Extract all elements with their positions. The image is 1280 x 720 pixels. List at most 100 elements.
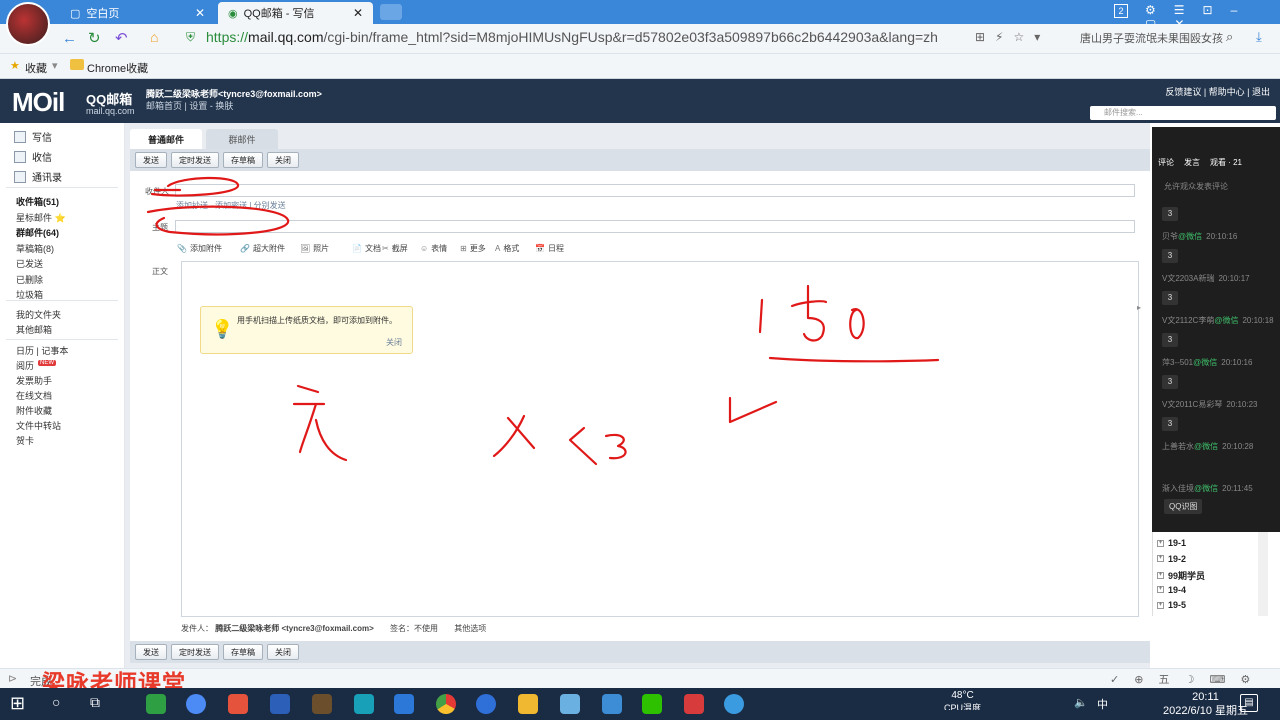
send-button[interactable]: 发送 xyxy=(135,644,167,660)
sidebar-write[interactable]: 写信 xyxy=(14,129,52,144)
qq-ocr-button[interactable]: QQ识图 xyxy=(1164,499,1203,514)
word-icon[interactable] xyxy=(394,694,414,714)
close-icon[interactable]: ✕ xyxy=(353,6,363,20)
chrome-icon[interactable] xyxy=(436,694,456,714)
tab-group-mail[interactable]: 群邮件 xyxy=(206,129,278,149)
browser-avatar[interactable] xyxy=(6,2,50,46)
allow-comments-toggle[interactable]: 允许观众发表评论 xyxy=(1164,181,1228,192)
wechat-icon[interactable] xyxy=(642,694,662,714)
group-list-item[interactable]: +19-5 xyxy=(1157,600,1186,610)
sidebar-tool-item[interactable]: 阅历 xyxy=(16,359,34,372)
sidebar-tool-item[interactable]: 发票助手 xyxy=(16,374,52,387)
chat-icon[interactable] xyxy=(354,694,374,714)
bookmark-folder[interactable]: Chrome收藏 xyxy=(87,60,148,76)
chevron-down-icon[interactable]: ▾ xyxy=(52,59,58,72)
sidebar-tool-item[interactable]: 贺卡 xyxy=(16,434,34,447)
sidebar-tool-item[interactable]: 文件中转站 xyxy=(16,419,61,432)
file-explorer-icon[interactable] xyxy=(518,694,538,714)
sidebar-folder-item[interactable]: 已发送 xyxy=(16,257,43,270)
toolbar-item[interactable]: A 格式 xyxy=(495,243,519,254)
notification-icon[interactable]: ▤ xyxy=(1240,694,1258,712)
camtasia-icon[interactable] xyxy=(146,694,166,714)
windows-start-icon[interactable]: ⊞ xyxy=(10,693,25,714)
task-view-icon[interactable]: ⧉ xyxy=(90,694,100,711)
search-icon[interactable]: ⌕ xyxy=(1226,29,1233,45)
app-icon[interactable] xyxy=(476,694,496,714)
tab-comments[interactable]: 评论 xyxy=(1158,157,1174,168)
group-list-item[interactable]: +19-2 xyxy=(1157,554,1186,564)
home-icon[interactable]: ⌂ xyxy=(150,29,158,45)
sidebar-tool-item[interactable]: 附件收藏 xyxy=(16,404,52,417)
expand-icon[interactable]: + xyxy=(1157,539,1164,547)
photos-icon[interactable] xyxy=(270,694,290,714)
tab-speak[interactable]: 发言 xyxy=(1184,157,1200,168)
sender-select[interactable]: 腾跃二级梁咏老师 <tyncre3@foxmail.com> xyxy=(215,624,374,633)
send-button[interactable]: 发送 xyxy=(135,152,167,168)
expand-icon[interactable]: + xyxy=(1157,601,1164,609)
signature-select[interactable]: 签名：不使用 xyxy=(390,624,438,633)
subject-input[interactable] xyxy=(175,220,1135,233)
scheduled-send-button[interactable]: 定时发送 xyxy=(171,644,219,660)
search-icon[interactable]: ○ xyxy=(52,694,60,710)
sidebar-contacts[interactable]: 通讯录 xyxy=(14,169,62,184)
sidebar-folder-item[interactable]: 收件箱(51) xyxy=(16,195,59,208)
xmind-icon[interactable] xyxy=(684,694,704,714)
sidebar-folder-item[interactable]: 群邮件(64) xyxy=(16,226,59,239)
expand-icon[interactable]: + xyxy=(1157,555,1164,562)
sidebar-folder-item[interactable]: 已删除 xyxy=(16,273,43,286)
group-list-item[interactable]: +19-4 xyxy=(1157,585,1186,595)
window-count-badge[interactable]: 2 xyxy=(1114,4,1128,18)
sidebar-inbox-check[interactable]: 收信 xyxy=(14,149,52,164)
bookmark-favorites[interactable]: 收藏 xyxy=(25,60,47,76)
refresh-icon[interactable]: ↻ xyxy=(88,29,101,47)
browser-search-field[interactable]: 唐山男子耍流氓未果围殴女孩 xyxy=(1080,30,1250,46)
sidebar-tool-item[interactable]: 在线文档 xyxy=(16,389,52,402)
close-button[interactable]: 关闭 xyxy=(267,152,299,168)
tab-viewers[interactable]: 观看 · 21 xyxy=(1210,157,1242,168)
chevron-right-icon[interactable]: ▸ xyxy=(1137,303,1141,312)
sidebar-other-mail[interactable]: 其他邮箱 xyxy=(16,323,52,336)
pen-tool-icon[interactable] xyxy=(312,694,332,714)
recorder-icon[interactable] xyxy=(228,694,248,714)
browser-icon[interactable] xyxy=(186,694,206,714)
notes-icon[interactable] xyxy=(560,694,580,714)
new-tab-button[interactable] xyxy=(380,4,402,20)
tab-qqmail[interactable]: ◉ QQ邮箱 - 写信 ✕ xyxy=(218,2,373,24)
address-tools-icons[interactable]: ⊞⚡☆▾ xyxy=(975,30,1050,44)
sidebar-my-folders[interactable]: 我的文件夹 xyxy=(16,308,61,321)
back-icon[interactable]: ← xyxy=(62,30,77,47)
other-options[interactable]: 其他选项 xyxy=(454,624,486,633)
save-draft-button[interactable]: 存草稿 xyxy=(223,152,263,168)
add-cc-links[interactable]: 添加抄送 - 添加密送 | 分别发送 xyxy=(176,200,286,211)
save-draft-button[interactable]: 存草稿 xyxy=(223,644,263,660)
toolbar-item[interactable]: 📅 日程 xyxy=(535,243,564,254)
toolbar-item[interactable]: ⊞ 更多 xyxy=(460,243,486,254)
toolbar-item[interactable]: 📎 添加附件 xyxy=(177,243,222,254)
header-links[interactable]: 邮箱首页 | 设置 - 换肤 xyxy=(146,100,322,112)
expand-icon[interactable]: + xyxy=(1157,572,1164,579)
mail-search-input[interactable]: 邮件搜索... xyxy=(1090,106,1276,120)
volume-icon[interactable]: 🔈 xyxy=(1074,696,1088,709)
toolbar-item[interactable]: ✂ 截屏 xyxy=(382,243,408,254)
qqmail-logo[interactable]: MOil xyxy=(12,87,65,118)
store-icon[interactable] xyxy=(602,694,622,714)
search-app-icon[interactable] xyxy=(724,694,744,714)
toolbar-item[interactable]: 📄 文档 xyxy=(352,243,381,254)
download-icon[interactable]: ⤓ xyxy=(1256,29,1262,45)
tip-close-link[interactable]: 关闭 xyxy=(386,337,402,348)
toolbar-item[interactable]: ☺ 表情 xyxy=(420,243,447,254)
close-icon[interactable]: ✕ xyxy=(195,6,205,20)
scrollbar[interactable] xyxy=(1258,532,1268,616)
top-links[interactable]: 反馈建议 | 帮助中心 | 退出 xyxy=(1165,85,1270,98)
expand-icon[interactable]: + xyxy=(1157,586,1164,593)
undo-icon[interactable]: ↶ xyxy=(115,29,128,47)
sidebar-folder-item[interactable]: 星标邮件 ⭐ xyxy=(16,211,66,224)
group-list-item[interactable]: +19-1 xyxy=(1157,538,1186,548)
clock[interactable]: 20:11 2022/6/10 星期五 xyxy=(1163,690,1248,718)
to-input[interactable] xyxy=(175,184,1135,197)
toolbar-item[interactable]: 🖼 照片 xyxy=(300,243,329,254)
ime-indicator[interactable]: 中 xyxy=(1097,696,1108,712)
scheduled-send-button[interactable]: 定时发送 xyxy=(171,152,219,168)
sidebar-folder-item[interactable]: 草稿箱(8) xyxy=(16,242,54,255)
close-button[interactable]: 关闭 xyxy=(267,644,299,660)
